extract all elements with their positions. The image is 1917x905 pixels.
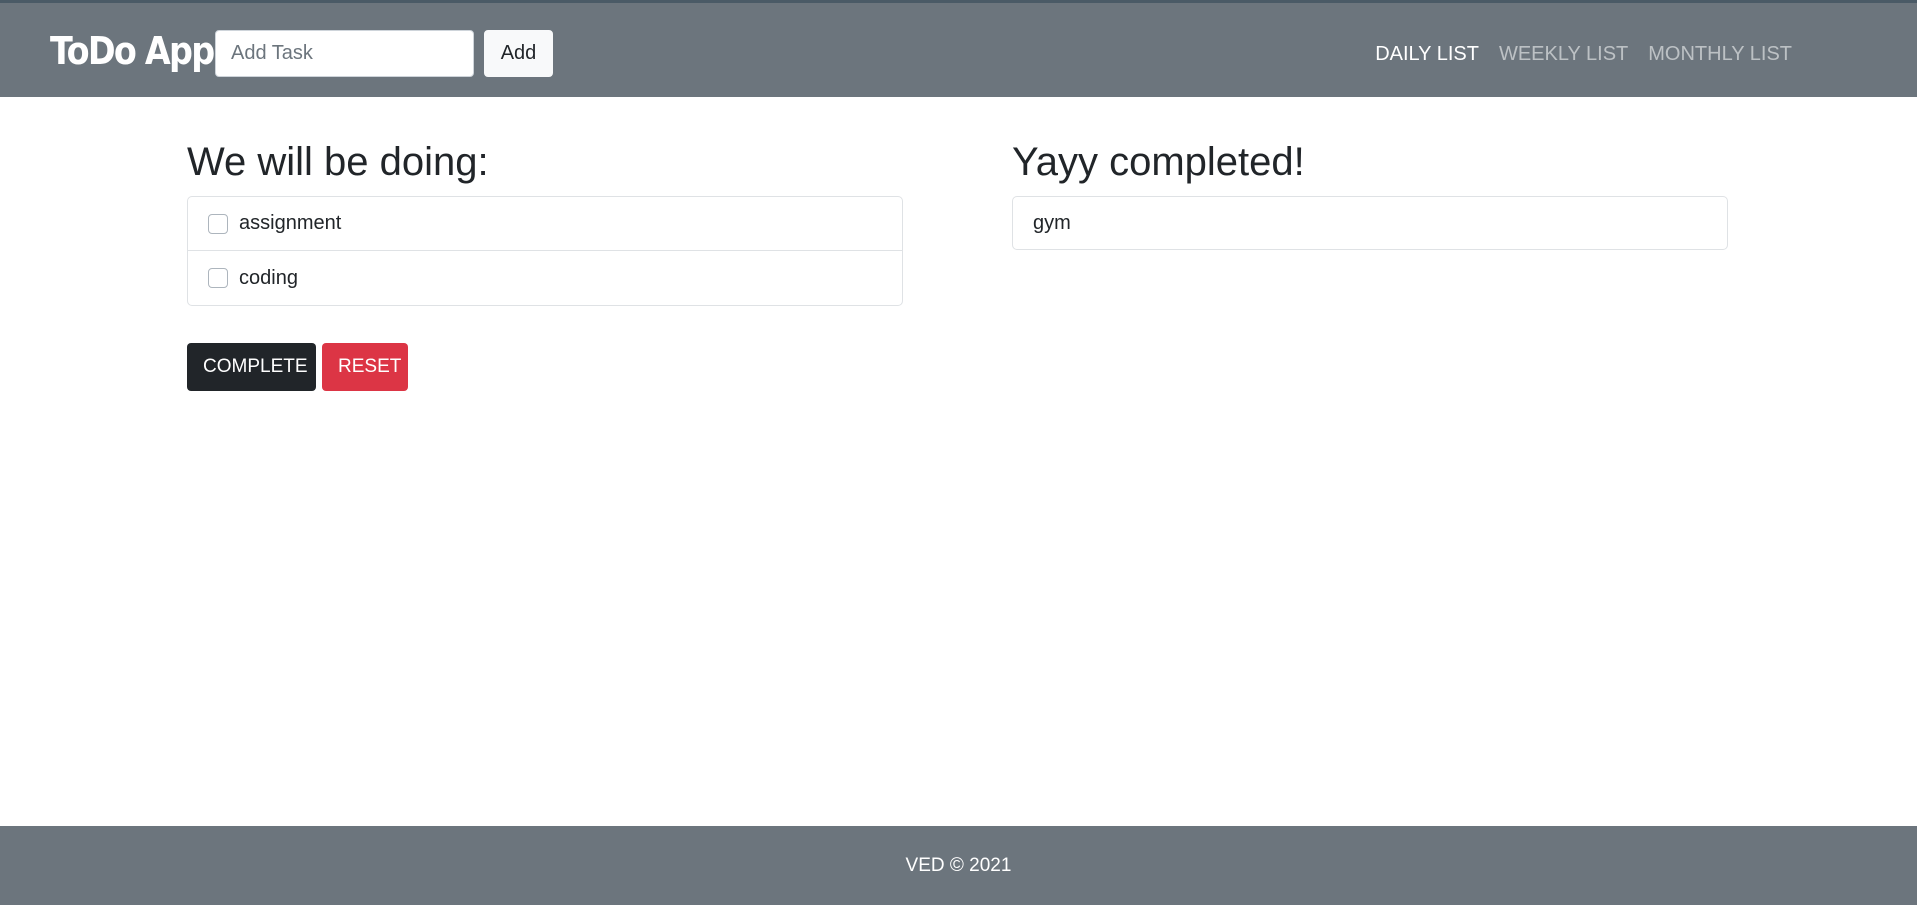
complete-button[interactable]: COMPLETE (187, 343, 316, 391)
todo-app-page: ToDo App Add DAILY LIST WEEKLY LIST MONT… (0, 0, 1917, 905)
task-label: assignment (239, 212, 342, 234)
task-checkbox[interactable] (208, 268, 228, 288)
completed-tasks-title: Yayy completed! (1012, 140, 1305, 184)
action-buttons: COMPLETE RESET (187, 343, 408, 391)
add-task-input[interactable] (215, 30, 474, 77)
completed-tasks-section: Yayy completed! gym (1012, 138, 1728, 250)
top-navbar: ToDo App Add DAILY LIST WEEKLY LIST MONT… (0, 0, 1917, 97)
pending-tasks-section: We will be doing: assignment coding (187, 138, 903, 306)
add-task-button[interactable]: Add (484, 30, 553, 77)
nav-daily-list[interactable]: DAILY LIST (1375, 41, 1479, 67)
list-item: gym (1013, 197, 1727, 249)
footer-copyright: VED © 2021 (905, 854, 1012, 876)
list-nav: DAILY LIST WEEKLY LIST MONTHLY LIST (1375, 41, 1792, 67)
pending-task-list: assignment coding (187, 196, 903, 306)
nav-weekly-list[interactable]: WEEKLY LIST (1499, 41, 1628, 67)
task-checkbox[interactable] (208, 213, 228, 234)
brand-logo[interactable]: ToDo App (50, 25, 215, 77)
pending-tasks-title: We will be doing: (187, 140, 489, 184)
task-label: coding (239, 266, 298, 289)
nav-monthly-list[interactable]: MONTHLY LIST (1648, 41, 1792, 67)
reset-button[interactable]: RESET (322, 343, 408, 391)
completed-task-label: gym (1033, 211, 1071, 234)
list-item: coding (188, 251, 902, 305)
list-item: assignment (188, 197, 902, 251)
completed-task-list: gym (1012, 196, 1728, 250)
footer: VED © 2021 (0, 826, 1917, 905)
